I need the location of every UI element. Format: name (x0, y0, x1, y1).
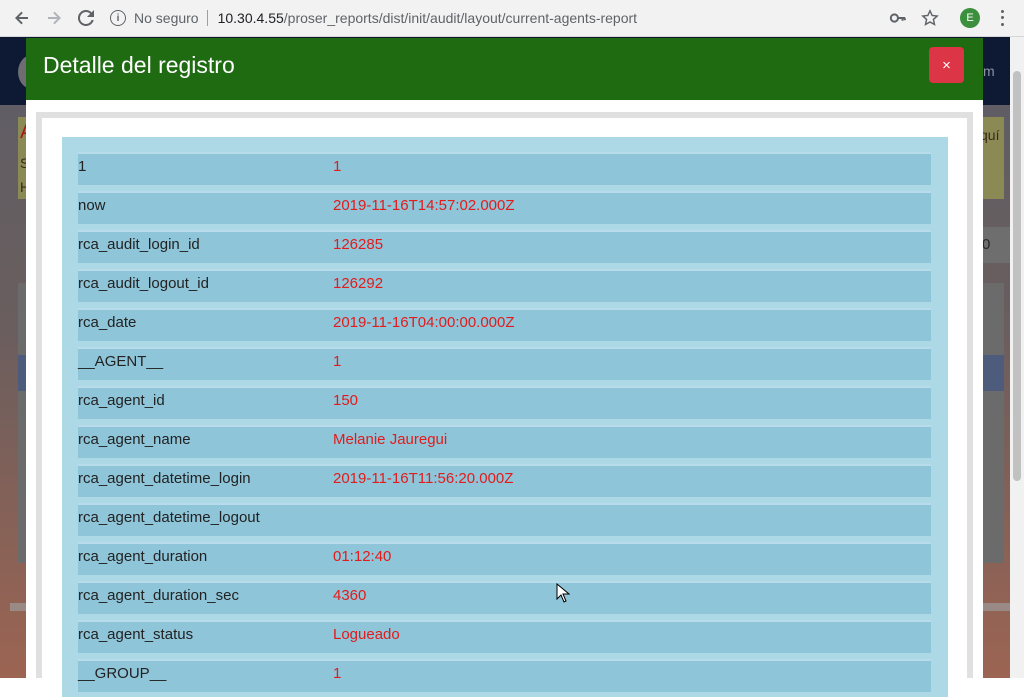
modal-body: 1 1 now 2019-11-16T14:57:02.000Z rca_audit_l… (36, 112, 973, 697)
url-host: 10.30.4.55 (217, 10, 284, 26)
field-name: now (78, 197, 106, 214)
field-value: 1 (333, 665, 342, 682)
field-name: rca_agent_name (78, 431, 191, 448)
scrollbar-thumb[interactable] (1013, 71, 1021, 481)
field-name: rca_audit_login_id (78, 236, 200, 253)
table-row: rca_agent_status Logueado (78, 620, 931, 653)
field-value: Melanie Jauregui (333, 431, 448, 448)
field-value: 2019-11-16T11:56:20.000Z (333, 470, 514, 487)
table-row: rca_agent_id 150 (78, 386, 931, 419)
table-row: rca_audit_login_id 126285 (78, 230, 931, 263)
forward-icon[interactable] (43, 7, 65, 29)
page-scrollbar[interactable] (1010, 37, 1024, 678)
menu-icon[interactable] (995, 8, 1009, 28)
header-fragment: m (983, 63, 995, 79)
field-value: 2019-11-16T14:57:02.000Z (333, 197, 515, 214)
profile-avatar[interactable]: E (960, 8, 980, 28)
field-name: rca_agent_datetime_login (78, 470, 251, 487)
field-name: rca_agent_datetime_logout (78, 509, 260, 526)
field-value: 01:12:40 (333, 548, 392, 565)
back-icon[interactable] (11, 7, 33, 29)
page-select-value: 0 (982, 236, 991, 253)
field-name: rca_audit_logout_id (78, 275, 209, 292)
field-name: rca_agent_id (78, 392, 165, 409)
field-name: rca_agent_duration_sec (78, 587, 239, 604)
mouse-cursor-icon (556, 583, 570, 603)
field-value: 1 (333, 353, 342, 370)
reload-icon[interactable] (75, 7, 97, 29)
table-row: __AGENT__ 1 (78, 347, 931, 380)
table-row: rca_date 2019-11-16T04:00:00.000Z (78, 308, 931, 341)
field-name: rca_agent_status (78, 626, 194, 643)
table-row: rca_agent_duration 01:12:40 (78, 542, 931, 575)
field-value: 126285 (333, 236, 384, 253)
record-table: 1 1 now 2019-11-16T14:57:02.000Z rca_audit_l… (62, 137, 948, 697)
record-detail-modal: Detalle del registro × 1 1 now 2019-11-16T1… (26, 38, 983, 697)
field-name: __GROUP__ (78, 665, 167, 682)
url-path: /proser_reports/dist/init/audit/layout/c… (283, 10, 638, 26)
address-bar[interactable]: i No seguro 10.30.4.55/proser_reports/di… (110, 4, 637, 32)
modal-header: Detalle del registro × (26, 38, 983, 100)
table-row: rca_agent_datetime_login 2019-11-16T11:56… (78, 464, 931, 497)
field-value: 1 (333, 158, 342, 175)
modal-title: Detalle del registro (43, 52, 235, 78)
not-secure-label: No seguro (134, 10, 199, 26)
field-value: 126292 (333, 275, 384, 292)
address-separator (206, 10, 208, 26)
table-row: rca_audit_logout_id 126292 (78, 269, 931, 302)
field-name: __AGENT__ (78, 353, 164, 370)
close-button[interactable]: × (929, 47, 964, 83)
key-icon[interactable] (888, 8, 908, 28)
info-icon[interactable]: i (110, 10, 126, 26)
star-icon[interactable] (920, 8, 940, 28)
field-value: Logueado (333, 626, 400, 643)
field-value: 4360 (333, 587, 367, 604)
table-row: 11 (78, 152, 931, 185)
field-name: rca_date (78, 314, 137, 331)
table-row: rca_agent_name Melanie Jauregui (78, 425, 931, 458)
field-value: 150 (333, 392, 359, 409)
table-row: __GROUP__ 1 (78, 659, 931, 692)
field-name: rca_agent_duration (78, 548, 208, 565)
browser-toolbar: i No seguro 10.30.4.55/proser_reports/di… (0, 0, 1024, 37)
table-row: rca_agent_duration_sec 4360 (78, 581, 931, 614)
table-row: rca_agent_datetime_logout (78, 503, 931, 536)
field-name: 1 (78, 158, 87, 175)
table-row: now 2019-11-16T14:57:02.000Z (78, 191, 931, 224)
field-value: 2019-11-16T04:00:00.000Z (333, 314, 515, 331)
